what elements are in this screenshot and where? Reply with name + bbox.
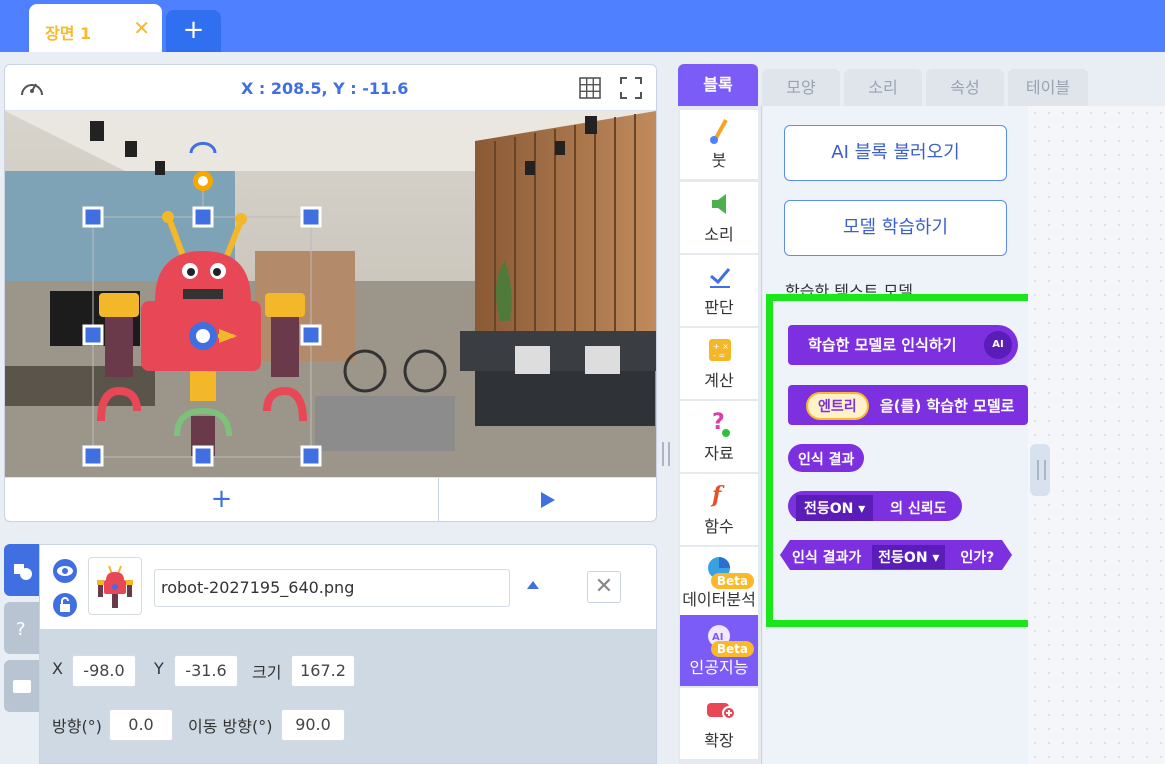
tab-blocks[interactable]: 블록	[678, 64, 758, 106]
stage-controls: +	[5, 477, 656, 521]
category-extension[interactable]: 확장	[680, 688, 758, 760]
tab-sounds[interactable]: 소리	[844, 69, 922, 106]
stage-canvas[interactable]	[5, 111, 656, 477]
size-label: 크기	[252, 663, 282, 682]
object-panel: robot-2027195_640.png ✕ X -98.0 Y -31.6 …	[39, 544, 657, 764]
tab-attributes[interactable]: 속성	[926, 69, 1004, 106]
category-data[interactable]: ? 자료	[680, 401, 758, 473]
function-icon: f	[710, 482, 725, 508]
tab-table[interactable]: 테이블	[1008, 69, 1088, 106]
object-name-input[interactable]: robot-2027195_640.png	[154, 569, 510, 607]
object-thumbnail	[88, 557, 142, 615]
y-label: Y	[154, 659, 164, 678]
fullscreen-icon[interactable]	[620, 77, 642, 99]
direction-label: 방향(°)	[52, 717, 102, 736]
move-direction-input[interactable]: 90.0	[281, 709, 345, 741]
extension-icon	[707, 703, 736, 720]
stage-panel: X : 208.5, Y : -11.6 +	[4, 64, 657, 522]
category-label: 소리	[704, 225, 734, 244]
grid-icon[interactable]	[579, 77, 601, 99]
palette-collapse-handle[interactable]	[1030, 444, 1050, 496]
calculator-icon: + × - =	[709, 339, 731, 361]
run-button[interactable]	[439, 478, 656, 521]
category-label: 확장	[704, 731, 734, 750]
add-object-button[interactable]: +	[5, 478, 439, 521]
train-model-button[interactable]: 모델 학습하기	[784, 200, 1007, 256]
category-label: 인공지능	[689, 658, 749, 677]
scene-tab-label: 장면 1	[45, 24, 92, 43]
help-tab[interactable]: ?	[4, 602, 39, 654]
add-scene-button[interactable]: +	[166, 10, 221, 52]
category-label: 계산	[704, 371, 734, 390]
tab-shapes[interactable]: 모양	[762, 69, 840, 106]
category-brush[interactable]: 붓	[680, 110, 758, 180]
svg-text:f: f	[710, 482, 725, 508]
category-label: 붓	[711, 151, 727, 170]
block-category-bar: 붓 소리 판단 + × - = 계산 ? 자료 f 함수 Beta 데이터분석 …	[678, 106, 762, 764]
delete-object-button[interactable]: ✕	[587, 571, 621, 603]
console-tab[interactable]	[4, 660, 39, 712]
question-icon: ?	[16, 619, 26, 640]
editor-tabs: 블록 모양 소리 속성 테이블	[678, 64, 1098, 106]
x-label: X	[52, 659, 63, 678]
category-label: 함수	[704, 517, 734, 536]
category-label: 판단	[704, 298, 734, 317]
lock-icon[interactable]	[53, 593, 77, 617]
svg-text:+ ×: + ×	[713, 342, 729, 351]
size-input[interactable]: 167.2	[291, 655, 355, 687]
category-sound[interactable]: 소리	[680, 182, 758, 254]
console-icon	[13, 680, 31, 693]
object-side-tabs: ?	[4, 544, 39, 764]
highlight-box	[766, 294, 1059, 627]
collapse-arrow-icon[interactable]	[527, 581, 539, 589]
visibility-eye-icon[interactable]	[53, 559, 77, 583]
load-ai-blocks-button[interactable]: AI 블록 불러오기	[784, 125, 1007, 181]
svg-text:- =: - =	[713, 351, 725, 360]
category-data-analysis[interactable]: Beta 데이터분석	[680, 547, 758, 619]
scene-tab[interactable]: 장면 1 ✕	[29, 4, 162, 52]
move-direction-label: 이동 방향(°)	[188, 717, 273, 736]
object-tab[interactable]	[4, 544, 39, 596]
speed-gauge-icon[interactable]	[19, 77, 45, 99]
robot-sprite[interactable]	[5, 111, 656, 477]
x-input[interactable]: -98.0	[72, 655, 136, 687]
category-ai[interactable]: AI Beta 인공지능	[680, 615, 758, 687]
top-bar: 장면 1 ✕ +	[0, 0, 1165, 52]
category-calculate[interactable]: + × - = 계산	[680, 328, 758, 400]
panel-resize-handle[interactable]	[662, 442, 670, 466]
category-label: 자료	[704, 444, 734, 463]
y-input[interactable]: -31.6	[174, 655, 238, 687]
script-workspace[interactable]	[1028, 106, 1165, 764]
play-icon	[541, 492, 555, 508]
direction-input[interactable]: 0.0	[109, 709, 173, 741]
svg-text:?: ?	[16, 619, 26, 640]
brush-icon	[710, 119, 728, 144]
shapes-icon	[14, 564, 32, 580]
mouse-coordinates: X : 208.5, Y : -11.6	[241, 79, 409, 98]
close-scene-icon[interactable]: ✕	[133, 16, 150, 40]
check-icon	[710, 268, 731, 288]
object-header: robot-2027195_640.png ✕	[40, 545, 656, 629]
category-judgement[interactable]: 판단	[680, 255, 758, 327]
object-properties: X -98.0 Y -31.6 크기 167.2 방향(°) 0.0 이동 방향…	[40, 629, 656, 763]
speaker-icon	[712, 194, 726, 214]
question-icon: ?	[712, 410, 730, 437]
category-function[interactable]: f 함수	[680, 474, 758, 546]
category-label: 데이터분석	[682, 590, 756, 609]
stage-header: X : 208.5, Y : -11.6	[5, 65, 656, 111]
